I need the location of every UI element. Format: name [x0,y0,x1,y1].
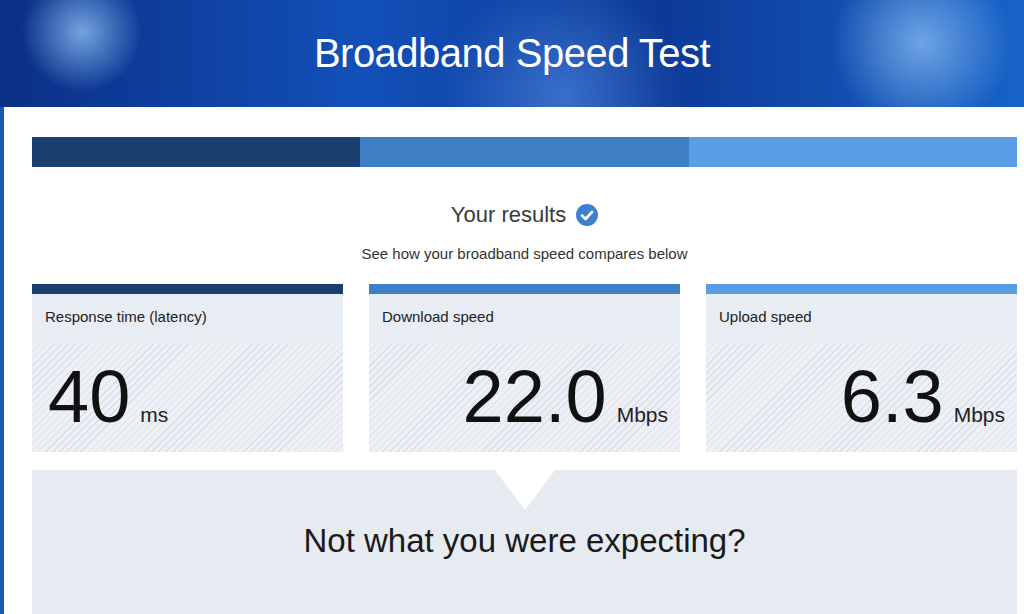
result-cards: Response time (latency) 40 ms Download spee… [32,284,1017,452]
result-label: Response time (latency) [32,294,343,344]
progress-segment [32,137,360,167]
result-label: Download speed [369,294,680,344]
result-unit: Mbps [617,403,668,427]
result-card: Response time (latency) 40 ms [32,284,343,452]
header-banner: Broadband Speed Test [0,0,1024,107]
result-unit: Mbps [954,403,1005,427]
progress-segment [360,137,688,167]
results-title: Your results [451,201,598,229]
callout-box: Not what you were expecting? [32,470,1017,614]
results-subtitle: See how your broadband speed compares be… [361,245,687,265]
result-card: Upload speed 6.3 Mbps [706,284,1017,452]
results-summary: Your results See how your broadband speed… [32,167,1017,265]
page-title: Broadband Speed Test [314,31,710,76]
content-panel: Your results See how your broadband speed… [4,107,1024,614]
result-value: 40 ms [32,344,343,452]
result-number: 40 [48,360,130,434]
callout-text[interactable]: Not what you were expecting? [303,522,745,614]
page: Broadband Speed Test Your results See how … [0,0,1024,614]
result-unit: ms [140,403,168,427]
result-value: 6.3 Mbps [706,344,1017,452]
result-card: Download speed 22.0 Mbps [369,284,680,452]
result-number: 22.0 [463,360,607,434]
result-label: Upload speed [706,294,1017,344]
result-value: 22.0 Mbps [369,344,680,452]
progress-fill [32,137,1017,167]
progress-bar [32,137,1017,167]
check-icon [576,204,598,226]
progress-segment [689,137,1017,167]
callout-notch [495,470,555,510]
result-number: 6.3 [841,360,944,434]
